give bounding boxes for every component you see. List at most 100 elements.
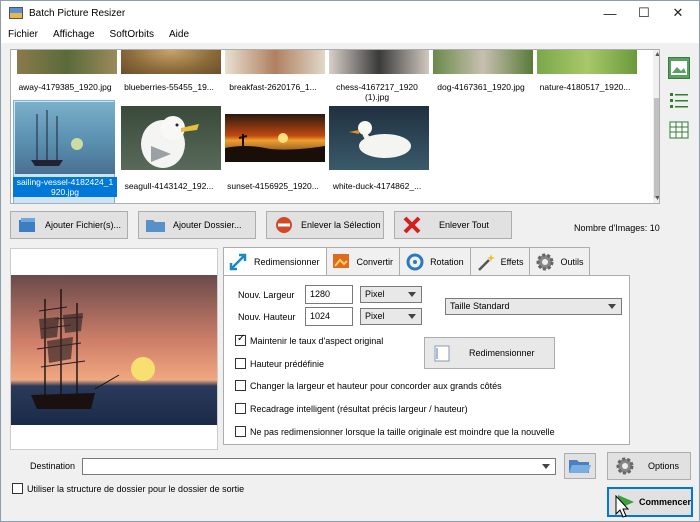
open-folder-icon <box>569 460 591 473</box>
rotate-icon <box>406 253 424 270</box>
tab-redimensionner[interactable]: Redimensionner <box>223 247 327 276</box>
checkbox-box[interactable] <box>235 333 246 346</box>
convert-icon <box>332 253 349 268</box>
thumbnail-seagull[interactable] <box>121 106 221 170</box>
add-folder-button[interactable]: Ajouter Dossier... <box>138 211 256 239</box>
delete-x-icon <box>403 216 421 234</box>
menu-aide[interactable]: Aide <box>169 29 189 40</box>
destination-combobox[interactable] <box>82 458 556 475</box>
remove-selection-button[interactable]: Enlever la Sélection <box>266 211 384 239</box>
minimize-button[interactable]: — <box>593 1 627 25</box>
smart-crop-checkbox[interactable]: Recadrage intelligent (résultat précis l… <box>235 403 468 414</box>
size-preset-select[interactable]: Taille Standard <box>445 298 622 315</box>
tab-label: Effets <box>500 256 524 267</box>
menu-affichage[interactable]: Affichage <box>53 29 95 40</box>
image-view-icon[interactable] <box>668 57 690 79</box>
tab-convertir[interactable]: Convertir <box>325 247 401 275</box>
keep-ratio-checkbox[interactable]: Maintenir le taux d'aspect original <box>235 333 384 346</box>
thumbnail-sunset[interactable] <box>225 114 325 162</box>
image-preview <box>10 248 218 450</box>
height-unit-select[interactable]: Pixel <box>360 308 422 325</box>
checkbox-label: Utiliser la structure de dossier pour le… <box>27 483 245 494</box>
thumbnail[interactable] <box>329 50 429 74</box>
checkbox-label: Hauteur prédéfinie <box>250 358 325 369</box>
checkbox-label: Ne pas redimensionner lorsque la taille … <box>250 426 555 437</box>
preset-height-checkbox[interactable]: Hauteur prédéfinie <box>235 358 324 369</box>
tab-label: Redimensionner <box>254 257 320 267</box>
add-files-button[interactable]: Ajouter Fichier(s)... <box>10 211 128 239</box>
tab-rotation[interactable]: Rotation <box>399 247 471 275</box>
checkbox-box[interactable] <box>235 380 246 391</box>
checkbox-box[interactable] <box>235 426 246 437</box>
resize-panel: Nouv. Largeur 1280 Pixel Nouv. Hauteur 1… <box>223 275 630 445</box>
grid-view-icon[interactable] <box>668 119 690 141</box>
remove-selection-label: Enlever la Sélection <box>301 220 381 230</box>
seagull-drawing <box>141 116 199 168</box>
menu-bar: Fichier Affichage SoftOrbits Aide <box>1 25 699 43</box>
gear-icon <box>536 253 554 270</box>
app-icon <box>9 7 23 19</box>
options-label: Options <box>648 461 680 471</box>
height-input[interactable]: 1024 <box>305 307 353 326</box>
no-upscale-checkbox[interactable]: Ne pas redimensionner lorsque la taille … <box>235 426 555 437</box>
app-window: Batch Picture Resizer — ☐ ✕ Fichier Affi… <box>0 0 700 522</box>
thumbnail-caption: seagull-4143142_192... <box>124 181 214 191</box>
thumbnail[interactable] <box>121 50 221 74</box>
thumbnail-sailing-vessel[interactable] <box>15 102 115 174</box>
magic-wand-icon <box>477 253 495 271</box>
thumbnail-caption: away-4179385_1920.jpg <box>18 82 112 92</box>
add-files-label: Ajouter Fichier(s)... <box>45 220 122 230</box>
height-label: Nouv. Hauteur <box>238 312 296 322</box>
thumbnail[interactable] <box>225 50 325 74</box>
settings-tabs: Redimensionner Convertir Rotation Effets… <box>223 247 591 276</box>
resize-doc-icon <box>434 345 450 362</box>
tab-label: Rotation <box>430 256 464 267</box>
thumbnail[interactable] <box>17 50 117 74</box>
gallery-scrollbar[interactable]: ▲ ▼ <box>653 50 659 203</box>
browse-folder-button[interactable] <box>564 453 596 479</box>
maximize-button[interactable]: ☐ <box>627 1 661 25</box>
menu-softorbits[interactable]: SoftOrbits <box>110 29 154 40</box>
checkbox-label: Changer la largeur et hauteur pour conco… <box>250 380 502 391</box>
scroll-up-arrow[interactable]: ▲ <box>654 51 659 58</box>
checkbox-box[interactable] <box>235 403 246 414</box>
checkbox-box[interactable] <box>12 483 23 494</box>
checkbox-box[interactable] <box>235 358 246 369</box>
resize-button-label: Redimensionner <box>469 348 535 358</box>
checkbox-label: Maintenir le taux d'aspect original <box>250 335 384 346</box>
thumbnail-white-duck[interactable] <box>329 106 429 170</box>
options-gear-icon <box>616 457 634 475</box>
thumbnail-caption: chess-4167217_1920 (1).jpg <box>336 82 418 102</box>
resize-arrow-icon <box>229 253 247 271</box>
folder-icon <box>146 220 165 232</box>
remove-all-label: Enlever Tout <box>439 220 489 230</box>
options-button[interactable]: Options <box>607 452 691 480</box>
start-label: Commencer <box>639 497 692 507</box>
close-button[interactable]: ✕ <box>661 1 695 25</box>
ship-silhouette <box>31 110 83 166</box>
list-view-icon[interactable] <box>668 89 690 111</box>
thumbnail[interactable] <box>537 50 637 74</box>
add-file-icon <box>19 218 35 232</box>
match-sides-checkbox[interactable]: Changer la largeur et hauteur pour conco… <box>235 380 502 391</box>
thumbnail-caption: breakfast-2620176_1... <box>229 82 317 92</box>
menu-fichier[interactable]: Fichier <box>8 29 38 40</box>
add-folder-label: Ajouter Dossier... <box>173 220 242 230</box>
width-input[interactable]: 1280 <box>305 285 353 304</box>
destination-label: Destination <box>30 461 76 471</box>
scroll-down-arrow[interactable]: ▼ <box>654 195 659 202</box>
image-gallery[interactable]: away-4179385_1920.jpg blueberries-55455_… <box>10 49 660 204</box>
thumbnail[interactable] <box>433 50 533 74</box>
width-label: Nouv. Largeur <box>238 290 295 300</box>
width-unit-select[interactable]: Pixel <box>360 286 422 303</box>
image-count: Nombre d'Images: 10 <box>574 223 660 233</box>
resize-button[interactable]: Redimensionner <box>424 337 555 369</box>
tab-outils[interactable]: Outils <box>529 247 591 275</box>
folder-structure-checkbox[interactable]: Utiliser la structure de dossier pour le… <box>12 483 244 494</box>
scrollbar-thumb[interactable] <box>654 98 659 198</box>
tab-effets[interactable]: Effets <box>469 247 531 275</box>
tab-label: Convertir <box>356 256 394 267</box>
tab-label: Outils <box>560 256 584 267</box>
remove-all-button[interactable]: Enlever Tout <box>394 211 512 239</box>
thumbnail-caption: nature-4180517_1920... <box>539 82 631 92</box>
